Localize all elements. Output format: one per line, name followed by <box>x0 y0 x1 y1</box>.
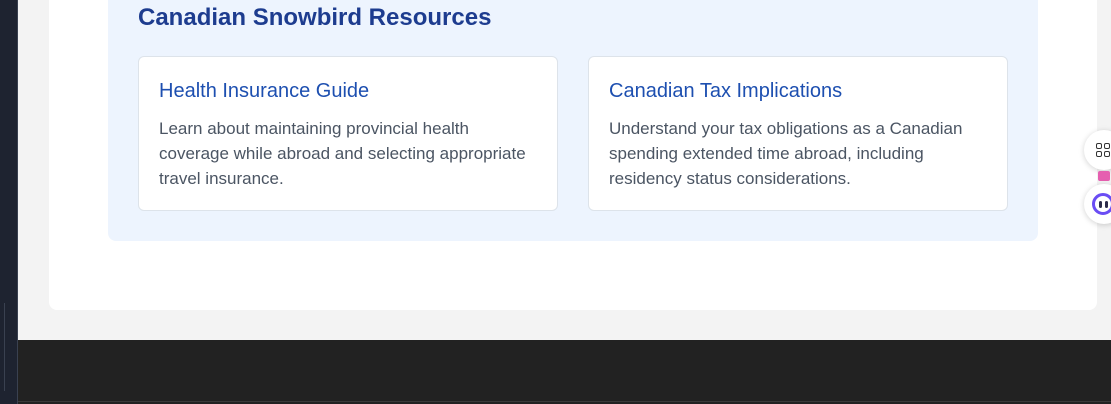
extension-badge-icon[interactable] <box>1098 171 1110 181</box>
assistant-button[interactable] <box>1084 184 1111 224</box>
strip-divider <box>4 303 14 391</box>
site-footer <box>18 340 1111 404</box>
left-editor-strip <box>0 0 18 404</box>
resource-card-title-link[interactable]: Canadian Tax Implications <box>609 77 987 105</box>
assistant-icon <box>1092 193 1111 215</box>
resource-card-health: Health Insurance Guide Learn about maint… <box>138 56 558 211</box>
resource-card-title-link[interactable]: Health Insurance Guide <box>159 77 537 105</box>
page: Canadian Snowbird Resources Health Insur… <box>0 0 1111 404</box>
resource-card-description: Learn about maintaining provincial healt… <box>159 119 526 188</box>
resources-title: Canadian Snowbird Resources <box>138 4 492 31</box>
resource-card-tax: Canadian Tax Implications Understand you… <box>588 56 1008 211</box>
apps-grid-button[interactable] <box>1084 130 1111 170</box>
footer-rule <box>18 401 1111 402</box>
resource-card-description: Understand your tax obligations as a Can… <box>609 119 963 188</box>
floating-toolbar <box>1084 128 1111 228</box>
apps-grid-icon <box>1096 143 1110 157</box>
